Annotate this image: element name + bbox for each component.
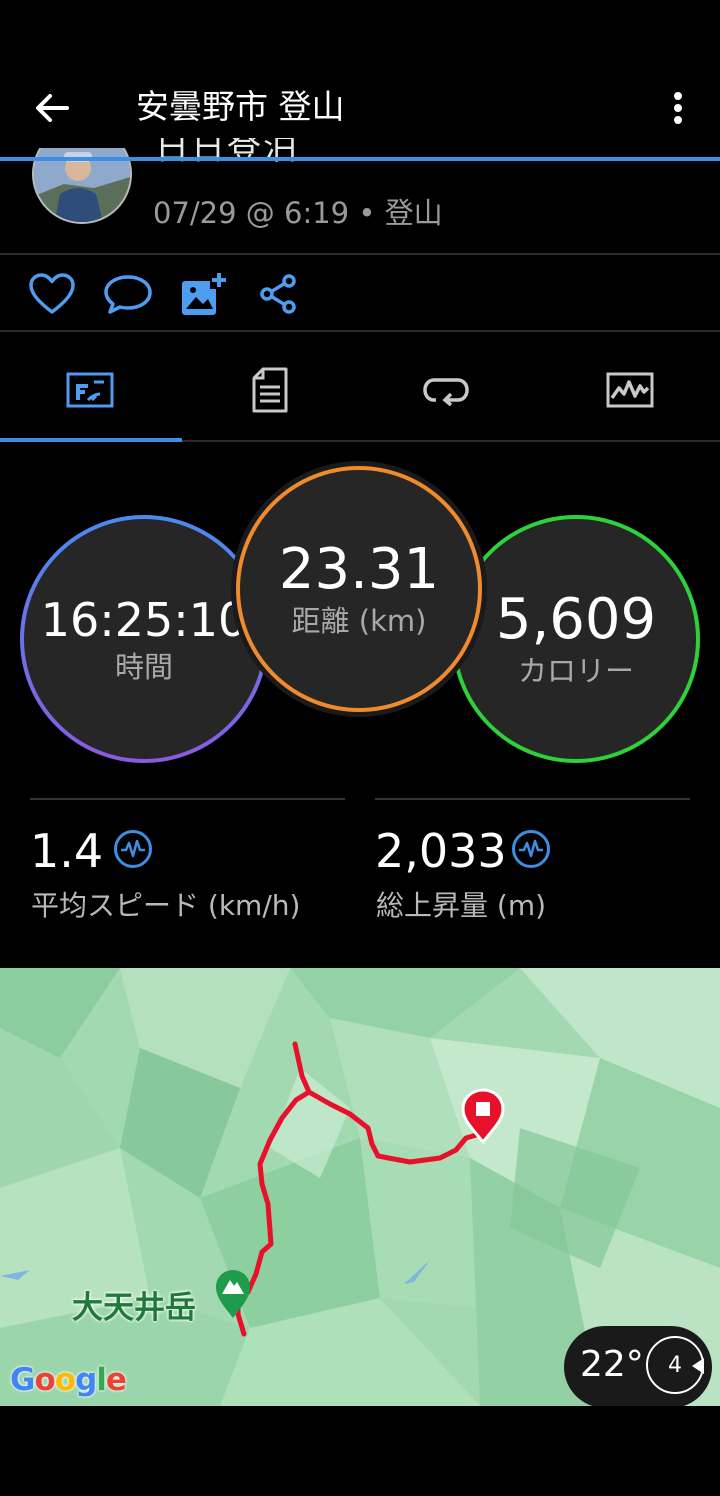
page-title: 安曇野市 登山 <box>136 87 345 126</box>
add-photo-button[interactable] <box>178 268 230 320</box>
more-options-button[interactable] <box>656 78 700 138</box>
comment-button[interactable] <box>102 268 154 320</box>
distance-value: 23.31 <box>278 537 440 602</box>
pulse-icon <box>519 839 543 858</box>
divider <box>375 798 690 800</box>
divider <box>0 253 720 255</box>
tab-laps[interactable] <box>356 340 536 440</box>
divider <box>0 330 720 332</box>
status-bar <box>0 0 720 60</box>
header-accent-line <box>0 157 720 161</box>
comment-icon <box>104 275 152 314</box>
calories-label: カロリー <box>517 654 634 688</box>
avg-speed-label: 平均スピード (km/h) <box>31 889 301 922</box>
weather-badge[interactable]: 22° 4 <box>564 1326 712 1408</box>
ascent-value: 2,033 <box>375 824 507 878</box>
details-icon <box>252 367 288 413</box>
distance-metric: 23.31 距離 (km) <box>236 466 482 712</box>
temperature-value: 22° <box>580 1344 644 1385</box>
charts-icon <box>606 372 654 408</box>
tab-selected-indicator <box>0 438 182 442</box>
pulse-icon <box>121 839 145 858</box>
app-header <box>0 60 720 158</box>
mountain-marker-icon[interactable] <box>214 1268 252 1320</box>
more-vert-icon <box>674 92 682 124</box>
wind-indicator: 4 <box>646 1336 704 1394</box>
add-photo-icon <box>182 271 228 315</box>
distance-label: 距離 (km) <box>291 604 427 638</box>
calories-metric: 5,609 カロリー <box>452 515 700 763</box>
like-button[interactable] <box>26 268 78 320</box>
arrow-left-icon <box>36 94 69 122</box>
wind-speed-value: 4 <box>668 1352 682 1378</box>
time-metric: 16:25:10 時間 <box>20 515 268 763</box>
avg-speed-value: 1.4 <box>30 824 104 878</box>
divider <box>30 798 345 800</box>
peak-label: 大天井岳 <box>72 1290 196 1326</box>
time-label: 時間 <box>114 650 173 684</box>
back-button[interactable] <box>22 78 82 138</box>
share-button[interactable] <box>252 268 304 320</box>
tab-summary[interactable] <box>0 340 180 440</box>
tab-details[interactable] <box>180 340 360 440</box>
ascent-label: 総上昇量 (m) <box>376 889 547 922</box>
google-logo: Google <box>10 1362 127 1398</box>
ascent-chart-button[interactable] <box>512 830 550 868</box>
time-value: 16:25:10 <box>40 593 248 647</box>
share-icon <box>260 274 296 314</box>
wind-direction-icon <box>692 1358 704 1374</box>
activity-meta: 07/29 @ 6:19 • 登山 <box>153 196 443 230</box>
bottom-area <box>0 1406 720 1496</box>
laps-icon <box>423 378 469 406</box>
tab-charts[interactable] <box>540 340 720 440</box>
avg-speed-chart-button[interactable] <box>114 830 152 868</box>
calories-value: 5,609 <box>495 587 657 652</box>
summary-icon <box>66 372 114 408</box>
end-marker-icon[interactable] <box>460 1088 506 1144</box>
heart-icon <box>29 273 75 314</box>
